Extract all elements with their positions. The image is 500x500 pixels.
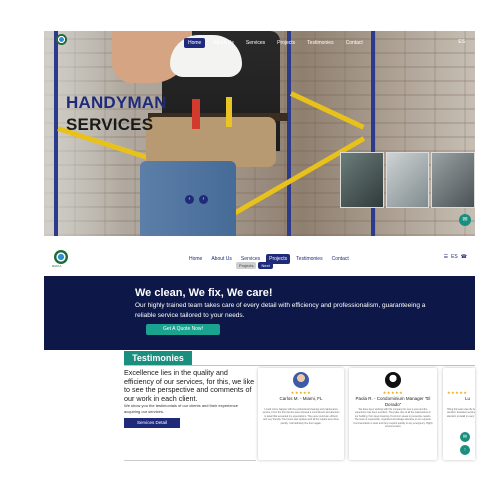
dropdown-item[interactable]: Next [258,262,273,269]
nav-about[interactable]: About Us [208,254,235,264]
company-logo[interactable] [56,34,67,45]
chat-icon[interactable]: ✉ [459,214,471,226]
language-switch[interactable]: ES [451,254,458,260]
reviewer-name: Paola R. - Condominium Manager "El Dorad… [355,396,431,407]
phone-icon[interactable]: ☎ [461,254,467,260]
rating-stars: ★★★★★ [290,390,312,395]
promo-banner: We clean, We fix, We care! Our highly tr… [44,276,475,350]
tool-image [192,99,200,129]
reviewer-name: Lu [465,396,471,401]
chat-icon[interactable]: ✉ [460,432,470,442]
projects-dropdown: Projects Next [236,262,273,269]
company-logo[interactable] [54,250,68,264]
language-switch[interactable]: ES [458,39,465,45]
hero-nav: Home About Us Services Projects Testimon… [184,38,367,48]
reviewer-name: Carlos M. - Miami, FL [279,396,323,401]
scaffold-pole [54,31,58,236]
rating-stars: ★★★★★ [382,390,404,395]
carousel-next-button[interactable]: › [199,195,208,204]
hero-title: HANDYMAN SERVICES [66,92,167,136]
nav-testimonies[interactable]: Testimonies [293,254,325,264]
scroll-top-icon[interactable]: ↑ [460,445,470,455]
testimonial-card: ★★★★★ Carlos M. - Miami, FL I could not … [258,368,344,460]
hero-nav-testimonies[interactable]: Testimonies [303,38,337,48]
get-quote-button[interactable]: Get A Quote Now! [146,324,220,335]
divider [124,365,475,366]
hero-nav-home[interactable]: Home [184,38,206,48]
translate-icon[interactable]: ☰ [444,254,448,260]
testimonials-subtext: We show you the testimonials of our clie… [124,403,238,414]
project-thumbnails [340,152,475,208]
hero-banner: Home About Us Services Projects Testimon… [44,31,475,236]
review-text: We have been working with this company f… [353,408,433,429]
avatar [385,372,401,388]
hero-nav-projects[interactable]: Projects [273,38,299,48]
tool-image [226,97,232,127]
nav-home[interactable]: Home [186,254,205,264]
avatar [293,372,309,388]
project-thumbnail[interactable] [340,152,384,208]
nav-contact[interactable]: Contact [329,254,352,264]
hero-nav-contact[interactable]: Contact [342,38,367,48]
testimonials-heading: Testimonies [124,351,192,365]
hero-title-line1: HANDYMAN [66,93,167,112]
hero-nav-about[interactable]: About Us [209,38,238,48]
logo-text: RAM A [52,264,62,268]
review-text: I could not be happier with the professi… [262,408,340,425]
project-thumbnail[interactable] [431,152,475,208]
nav-utilities: ☰ ES ☎ [444,254,467,260]
banner-heading: We clean, We fix, We care! [135,287,273,299]
dropdown-item[interactable]: Projects [236,262,257,269]
carousel-prev-button[interactable]: ‹ [185,195,194,204]
testimonial-card: ★★★★★ Paola R. - Condominium Manager "El… [349,368,437,460]
testimonial-card: ★★★★★ Lu Hiring this team was the best d… [443,368,475,460]
divider [124,460,256,461]
rating-stars: ★★★★★ [447,390,468,395]
testimonials-intro: Excellence lies in the quality and effic… [124,368,255,403]
services-detail-button[interactable]: Services Detail [124,418,180,428]
banner-text: Our highly trained team takes care of ev… [135,302,426,319]
scaffold-pole [287,31,291,236]
project-thumbnail[interactable] [385,152,430,208]
hero-title-line2: SERVICES [66,115,154,134]
review-text: Hiring this team was the best decision. … [447,408,475,418]
hero-nav-services[interactable]: Services [242,38,269,48]
